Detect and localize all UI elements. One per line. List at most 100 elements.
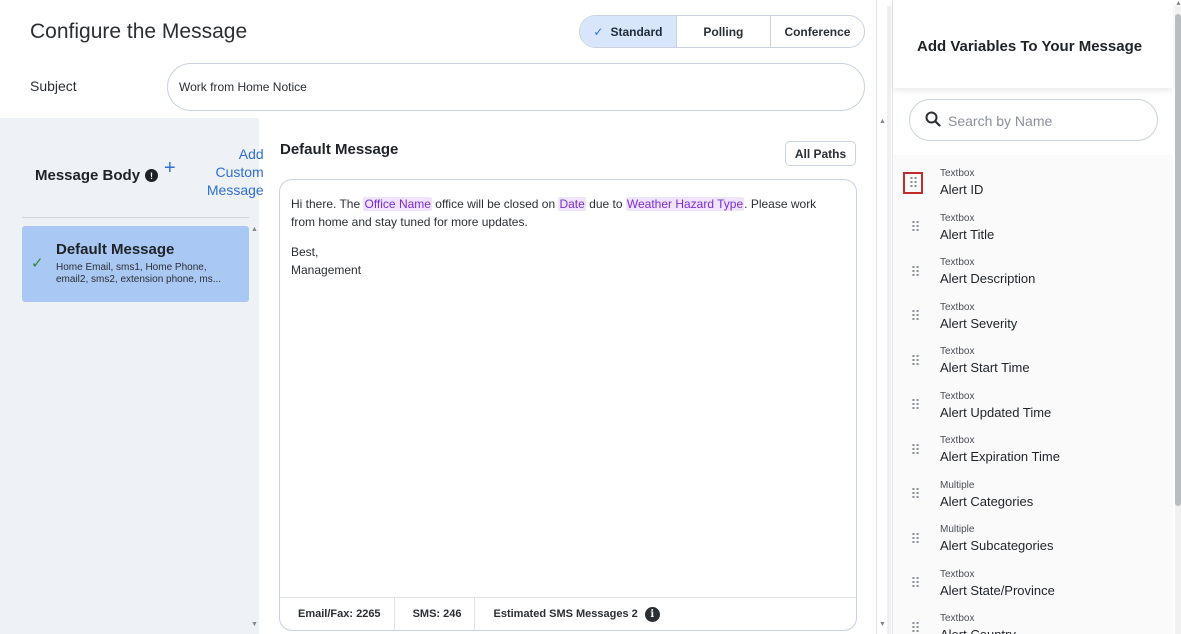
divider xyxy=(22,217,249,218)
message-editor[interactable]: Hi there. The Office Name office will be… xyxy=(279,179,857,631)
variable-item[interactable]: ⠿ Textbox Alert Updated Time xyxy=(893,378,1173,423)
variable-item[interactable]: ⠿ Textbox Alert Description xyxy=(893,244,1173,289)
message-card-name: Default Message xyxy=(56,241,175,258)
estimated-sms: Estimated SMS Messages 2 i xyxy=(475,598,672,630)
variable-name: Alert ID xyxy=(940,182,984,197)
scroll-up-arrow-icon[interactable]: ▲ xyxy=(1175,0,1181,7)
scroll-down-arrow-icon[interactable]: ▼ xyxy=(251,621,258,628)
message-card-default[interactable]: ✓ Default Message Home Email, sms1, Home… xyxy=(22,226,249,302)
message-type-toggle: ✓ Standard Polling Conference xyxy=(579,15,865,48)
scroll-down-arrow-icon[interactable]: ▼ xyxy=(879,621,886,628)
variable-type: Textbox xyxy=(940,390,975,402)
scrollbar-thumb[interactable] xyxy=(1175,14,1181,506)
sms-count: SMS: 246 xyxy=(395,598,476,630)
variable-item[interactable]: ⠿ Textbox Alert Title xyxy=(893,200,1173,245)
drag-handle-icon[interactable]: ⠿ xyxy=(906,440,924,460)
email-fax-count: Email/Fax: 2265 xyxy=(280,598,395,630)
variable-item[interactable]: ⠿ Multiple Alert Subcategories xyxy=(893,511,1173,556)
tab-polling[interactable]: Polling xyxy=(677,16,771,47)
tab-conference[interactable]: Conference xyxy=(771,16,864,47)
drag-handle-icon[interactable]: ⠿ xyxy=(906,529,924,549)
checkmark-icon: ✓ xyxy=(31,255,44,272)
info-icon[interactable]: ! xyxy=(145,169,159,182)
editor-content[interactable]: Hi there. The Office Name office will be… xyxy=(291,195,841,279)
variable-name: Alert Expiration Time xyxy=(940,449,1060,464)
variables-panel-header: Add Variables To Your Message xyxy=(893,0,1173,88)
variable-name: Alert Categories xyxy=(940,493,1034,509)
message-card-paths: Home Email, sms1, Home Phone, email2, sm… xyxy=(56,262,222,285)
text-segment: due to xyxy=(585,197,626,211)
variable-type: Multiple xyxy=(940,479,975,491)
variable-name: Alert Updated Time xyxy=(940,404,1052,420)
variable-type: Textbox xyxy=(940,613,975,624)
variable-name: Alert Subcategories xyxy=(940,538,1054,553)
variable-token-date[interactable]: Date xyxy=(558,197,586,211)
variable-name: Alert Country xyxy=(940,627,1016,634)
drag-handle-icon[interactable]: ⠿ xyxy=(906,351,924,371)
editor-footer: Email/Fax: 2265 SMS: 246 Estimated SMS M… xyxy=(280,597,856,630)
variable-token-weather-hazard-type[interactable]: Weather Hazard Type xyxy=(625,197,745,211)
info-icon[interactable]: i xyxy=(644,606,660,622)
variable-item[interactable]: ⠿ Textbox Alert Start Time xyxy=(893,333,1173,378)
variable-type: Textbox xyxy=(940,301,975,313)
scroll-up-arrow-icon[interactable]: ▲ xyxy=(251,226,258,233)
variable-type: Textbox xyxy=(940,212,975,224)
estimated-sms-label: Estimated SMS Messages 2 xyxy=(493,608,638,620)
text-segment: Hi there. The xyxy=(291,197,364,211)
variables-panel-title: Add Variables To Your Message xyxy=(917,38,1143,55)
variable-token-office-name[interactable]: Office Name xyxy=(363,197,432,211)
subject-input[interactable] xyxy=(167,63,865,111)
drag-handle-icon[interactable]: ⠿ xyxy=(906,262,924,282)
subject-label: Subject xyxy=(30,78,77,94)
variable-name: Alert Title xyxy=(940,226,995,242)
drag-handle-icon[interactable]: ⠿ xyxy=(906,574,924,594)
variable-type: Textbox xyxy=(940,435,975,446)
drag-handle-icon[interactable]: ⠿ xyxy=(903,172,923,194)
message-body-title: Message Body ! xyxy=(35,167,159,184)
variable-name: Alert Description xyxy=(940,271,1036,286)
drag-handle-icon[interactable]: ⠿ xyxy=(906,485,924,505)
text-segment: office will be closed on xyxy=(431,197,559,211)
variable-item[interactable]: ⠿ Textbox Alert ID xyxy=(893,155,1173,200)
variable-name: Alert Start Time xyxy=(940,360,1030,375)
variable-type: Textbox xyxy=(940,168,975,179)
search-input[interactable] xyxy=(948,110,1148,132)
variable-name: Alert Severity xyxy=(940,315,1018,331)
editor-title: Default Message xyxy=(280,141,399,158)
tab-conference-label: Conference xyxy=(784,24,851,39)
drag-handle-icon[interactable]: ⠿ xyxy=(906,618,924,634)
tab-standard[interactable]: ✓ Standard xyxy=(580,16,677,47)
variable-item[interactable]: ⠿ Textbox Alert State/Province xyxy=(893,556,1173,601)
editor-paragraph: Hi there. The Office Name office will be… xyxy=(291,195,841,231)
message-body-title-text: Message Body xyxy=(35,167,141,184)
drag-handle-icon[interactable]: ⠿ xyxy=(906,218,924,238)
plus-icon: + xyxy=(164,157,176,179)
variable-type: Multiple xyxy=(940,524,975,535)
editor-line-signoff: Best, xyxy=(291,245,319,259)
editor-line-signature: Management xyxy=(291,263,362,277)
configure-message-panel: Configure the Message ✓ Standard Polling… xyxy=(0,0,886,634)
page-title: Configure the Message xyxy=(30,20,248,43)
tab-standard-label: Standard xyxy=(610,24,663,39)
variable-name: Alert State/Province xyxy=(940,582,1055,598)
drag-handle-icon[interactable]: ⠿ xyxy=(906,307,924,327)
variable-item[interactable]: ⠿ Textbox Alert Country xyxy=(893,600,1173,634)
variable-type: Textbox xyxy=(940,568,975,580)
drag-handle-icon[interactable]: ⠿ xyxy=(906,396,924,416)
tab-polling-label: Polling xyxy=(703,24,744,39)
check-icon: ✓ xyxy=(593,24,604,39)
scrollbar[interactable] xyxy=(887,6,891,634)
variable-item[interactable]: ⠿ Textbox Alert Expiration Time xyxy=(893,422,1173,467)
variable-type: Textbox xyxy=(940,257,975,268)
add-custom-message-button[interactable]: + Add Custom Message xyxy=(164,145,264,199)
variable-search[interactable] xyxy=(909,99,1158,141)
variable-item[interactable]: ⠿ Textbox Alert Severity xyxy=(893,289,1173,334)
all-paths-button[interactable]: All Paths xyxy=(785,141,856,166)
scroll-up-arrow-icon[interactable]: ▲ xyxy=(879,118,886,125)
variables-panel: Add Variables To Your Message ⠿ Textbox Al… xyxy=(892,0,1181,634)
search-icon xyxy=(925,111,941,127)
variable-list: ⠿ Textbox Alert ID ⠿ Textbox Alert Title ⠿ Text… xyxy=(893,155,1173,634)
variable-type: Textbox xyxy=(940,346,975,357)
variable-item[interactable]: ⠿ Multiple Alert Categories xyxy=(893,467,1173,512)
add-custom-message-label: Add Custom Message xyxy=(206,146,264,198)
